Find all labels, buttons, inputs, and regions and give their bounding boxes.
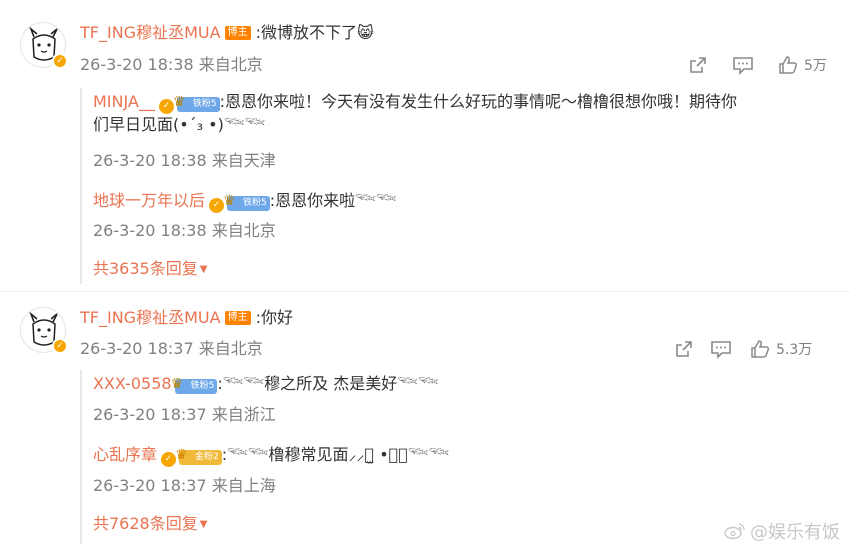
verified-icon: ✓ (209, 198, 225, 213)
share-button[interactable] (674, 338, 694, 360)
host-tag: 博主 (224, 311, 251, 325)
reply-text: :𓆝𓆝穆之所及 杰是美好𓆝𓆝 (217, 374, 439, 393)
avatar[interactable]: ✓ (20, 307, 68, 354)
comment-icon (733, 57, 753, 75)
username-link[interactable]: MINJA__ (93, 92, 155, 111)
like-button[interactable]: 5.3万 (750, 338, 812, 360)
comment-item: ✓ TF_ING穆祉丞MUA 博主 :微博放不下了😸 26-3-20 18:38 … (0, 0, 850, 290)
reply-item: 心乱序章 ✓ ♛ 金粉2:𓆝𓆝橹穆常见面⸝⸝っ̫ •⸝⸝𓆝𓆝 (93, 444, 833, 467)
like-icon (779, 56, 798, 74)
comment-meta: 26-3-20 18:38 来自北京 (80, 55, 263, 74)
verified-icon: ✓ (52, 338, 68, 354)
comment-button[interactable] (732, 54, 754, 76)
reply-divider-line (80, 370, 82, 544)
verified-icon: ✓ (52, 53, 68, 69)
crown-icon: ♛ (170, 376, 184, 392)
like-count: 5.3万 (776, 342, 813, 358)
share-icon (690, 57, 706, 73)
reply-text: :恩恩你来啦！今天有没有发生什么好玩的事情呢～橹橹很想你哦！期待你 (219, 92, 738, 111)
comment-text: :微博放不下了😸 (255, 23, 374, 42)
comment-icon (711, 341, 731, 359)
fan-badge: ♛ 铁粉5 (173, 94, 220, 112)
verified-icon: ✓ (158, 99, 174, 114)
chevron-down-icon: ▼ (199, 264, 208, 275)
comment-header: TF_ING穆祉丞MUA 博主 :微博放不下了😸 (80, 23, 374, 43)
username-link[interactable]: XXX-0558 (93, 374, 172, 393)
reply-list: MINJA__ ✓ ♛ 铁粉5:恩恩你来啦！今天有没有发生什么好玩的事情呢～橹橹很想你… (80, 88, 850, 288)
reply-text: :恩恩你来啦𓆝𓆝 (269, 191, 397, 210)
crown-icon: ♛ (172, 94, 186, 110)
more-replies-link[interactable]: 共3635条回复 ▼ (93, 259, 207, 280)
chevron-down-icon: ▼ (199, 519, 208, 530)
more-replies-link[interactable]: 共7628条回复 ▼ (93, 514, 207, 535)
like-button[interactable]: 5万 (778, 54, 827, 76)
host-tag: 博主 (224, 26, 251, 40)
reply-text: :𓆝𓆝橹穆常见面⸝⸝っ̫ •⸝⸝𓆝𓆝 (221, 445, 450, 464)
like-icon (751, 340, 770, 358)
username-link[interactable]: 地球一万年以后 (93, 191, 205, 210)
weibo-icon (724, 523, 745, 540)
reply-text-cont: 们早日见面(•´₃ •)𓆝𓆝 (93, 115, 266, 134)
reply-meta: 26-3-20 18:37 来自上海 (93, 476, 276, 495)
avatar[interactable]: ✓ (20, 22, 68, 69)
username-link[interactable]: TF_ING穆祉丞MUA (80, 308, 221, 327)
comment-actions: 5万 (680, 54, 850, 76)
comment-actions: 5.3万 (670, 338, 850, 360)
comment-header: TF_ING穆祉丞MUA 博主 :你好 (80, 308, 293, 328)
reply-item: MINJA__ ✓ ♛ 铁粉5:恩恩你来啦！今天有没有发生什么好玩的事情呢～橹橹很想你… (93, 91, 833, 136)
reply-item: XXX-0558 ♛ 铁粉5:𓆝𓆝穆之所及 杰是美好𓆝𓆝 (93, 373, 833, 395)
share-button[interactable] (688, 54, 708, 76)
reply-item: 地球一万年以后 ✓ ♛ 铁粉5:恩恩你来啦𓆝𓆝 (93, 190, 833, 213)
comment-button[interactable] (710, 338, 732, 360)
crown-icon: ♛ (223, 193, 236, 209)
comment-text: :你好 (255, 308, 294, 327)
reply-divider-line (80, 88, 82, 284)
like-count: 5万 (804, 58, 827, 74)
fan-badge: ♛ 金粉2 (175, 447, 222, 465)
reply-meta: 26-3-20 18:38 来自天津 (93, 151, 276, 170)
username-link[interactable]: 心乱序章 (93, 445, 157, 464)
watermark: @娱乐有饭 (724, 518, 840, 544)
fan-badge: ♛ 铁粉5 (223, 193, 270, 211)
share-icon (676, 341, 692, 357)
username-link[interactable]: TF_ING穆祉丞MUA (80, 23, 221, 42)
comment-meta: 26-3-20 18:37 来自北京 (80, 339, 263, 358)
fan-badge: ♛ 铁粉5 (171, 376, 218, 394)
comment-item: ✓ TF_ING穆祉丞MUA 博主 :你好 26-3-20 18:37 来自北京 … (0, 292, 850, 550)
reply-meta: 26-3-20 18:38 来自北京 (93, 221, 276, 240)
verified-icon: ✓ (161, 452, 177, 467)
crown-icon: ♛ (175, 447, 188, 463)
reply-meta: 26-3-20 18:37 来自浙江 (93, 405, 276, 424)
